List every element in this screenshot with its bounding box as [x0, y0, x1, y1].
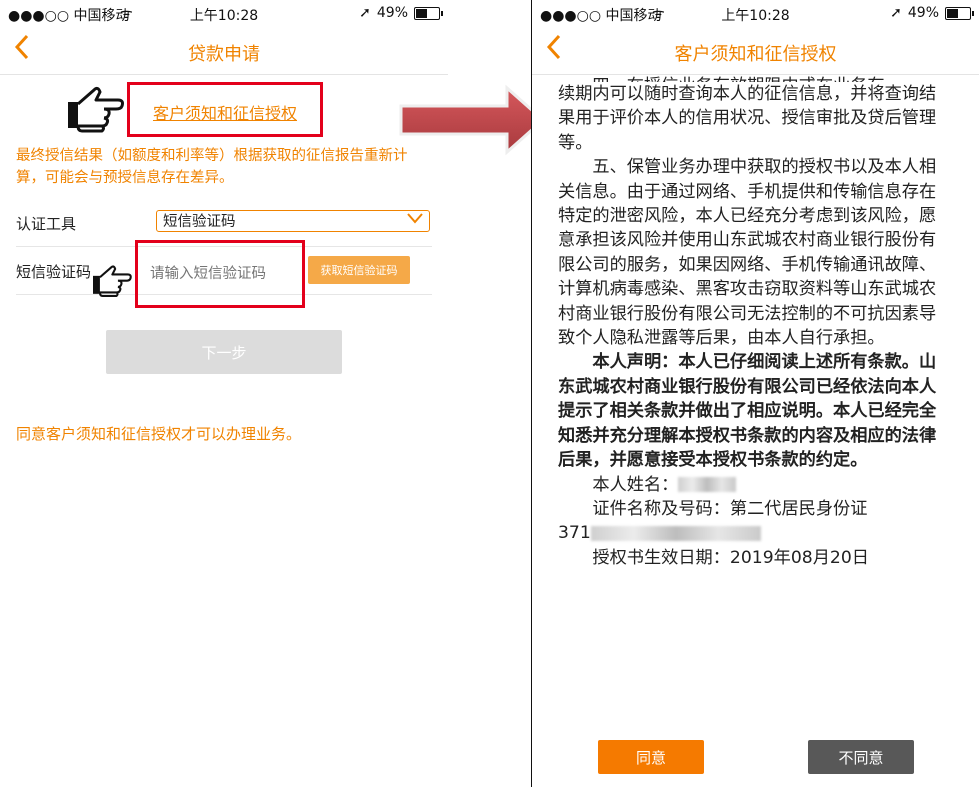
- name-line: 本人姓名：: [558, 473, 948, 497]
- navigation-bar: 贷款申请: [0, 28, 448, 75]
- status-bar: ●●●○○ 中国移动 ᯤ 上午10:28 ➚ 49%: [0, 0, 448, 26]
- chevron-down-icon: [407, 209, 423, 231]
- sms-code-input[interactable]: [148, 261, 300, 287]
- customer-notice-auth-link[interactable]: 客户须知和征信授权: [130, 100, 320, 124]
- customer-notice-screen: ●●●○○ 中国移动 ᯤ 上午10:28 ➚ 49% 客户须知和征信授权 四、在…: [532, 0, 979, 787]
- right-arrow-icon: [395, 84, 546, 160]
- redacted-id-number: [590, 525, 761, 541]
- declaration-paragraph: 本人声明：本人已仔细阅读上述所有条款。山东武城农村商业银行股份有限公司已经依法向…: [558, 352, 937, 471]
- id-prefix: 371: [558, 523, 591, 544]
- sms-code-label: 短信验证码: [16, 263, 92, 281]
- next-step-button[interactable]: 下一步: [106, 330, 342, 374]
- clipped-paragraph-line: 四、在授信业务有效期限内或在业务存: [558, 74, 948, 82]
- name-label: 本人姓名：: [592, 474, 679, 495]
- agree-tip-text: 同意客户须知和征信授权才可以办理业务。: [16, 425, 302, 443]
- auth-tool-label: 认证工具: [16, 215, 77, 233]
- pointing-hand-icon: [90, 262, 132, 302]
- redacted-name: [678, 477, 737, 492]
- id-number-line: 371: [558, 521, 948, 545]
- sms-input-highlight: [135, 240, 305, 308]
- status-bar: ●●●○○ 中国移动 ᯤ 上午10:28 ➚ 49%: [532, 0, 979, 26]
- battery-icon: [414, 6, 443, 20]
- navigation-bar: 客户须知和征信授权: [532, 28, 979, 75]
- disagree-button[interactable]: 不同意: [808, 740, 914, 774]
- authorization-document: 四、在授信业务有效期限内或在业务存 续期内可以随时查询本人的征信信息，并将查询结…: [558, 74, 948, 570]
- paragraph-5: 五、保管业务办理中获取的授权书以及本人相关信息。由于通过网络、手机提供和传输信息…: [558, 157, 937, 349]
- paragraph-4: 续期内可以随时查询本人的征信信息，并将查询结果用于评价本人的信用状况、授信审批及…: [558, 84, 937, 153]
- get-sms-code-button[interactable]: 获取短信验证码: [308, 256, 410, 284]
- loan-application-screen: ●●●○○ 中国移动 ᯤ 上午10:28 ➚ 49% 贷款申请 客户须知和征信授…: [0, 0, 448, 787]
- auth-link-highlight: 客户须知和征信授权: [127, 82, 323, 137]
- battery-icon: [945, 6, 974, 20]
- id-type-line: 证件名称及号码：第二代居民身份证: [592, 498, 868, 519]
- agree-button[interactable]: 同意: [598, 740, 704, 774]
- effective-date-line: 授权书生效日期：2019年08月20日: [592, 547, 869, 568]
- battery-percent: 49%: [907, 5, 939, 21]
- pointing-hand-icon: [64, 82, 124, 138]
- location-arrow-icon: ➚: [890, 5, 902, 21]
- page-title: 贷款申请: [188, 44, 260, 65]
- page-title: 客户须知和征信授权: [674, 44, 837, 65]
- credit-notice-text: 最终授信结果（如额度和利率等）根据获取的征信报告重新计算，可能会与预授信息存在差…: [16, 148, 408, 186]
- auth-tool-select[interactable]: 短信验证码: [156, 210, 430, 232]
- battery-percent: 49%: [376, 5, 408, 21]
- auth-tool-value: 短信验证码: [163, 214, 236, 230]
- location-arrow-icon: ➚: [359, 5, 371, 21]
